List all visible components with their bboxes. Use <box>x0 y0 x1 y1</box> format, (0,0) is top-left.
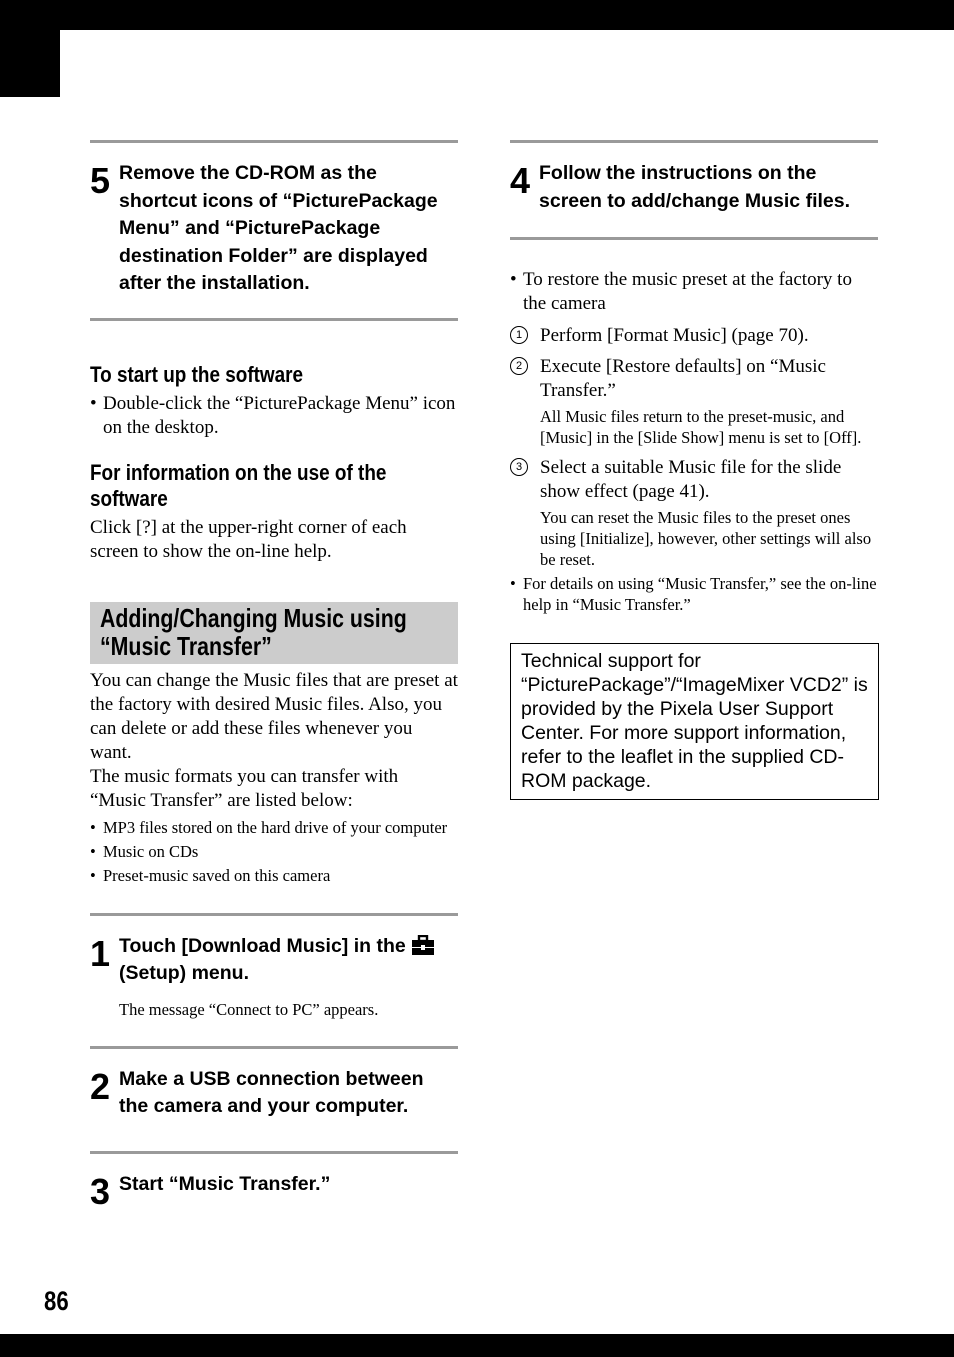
restore-bullet: To restore the music preset at the facto… <box>510 268 878 316</box>
step-text: Follow the instructions on the screen to… <box>539 162 851 212</box>
support-info-box: Technical support for “PicturePackage”/“… <box>510 643 879 800</box>
step-text: Start “Music Transfer.” <box>119 1172 331 1195</box>
section-intro: You can change the Music files that are … <box>90 669 458 763</box>
bottom-black-bar <box>0 1334 954 1357</box>
top-black-bar <box>0 0 954 30</box>
restore-step-1: 1 Perform [Format Music] (page 70). <box>510 324 878 348</box>
step-number: 4 <box>510 160 531 201</box>
toolbox-setup-icon <box>411 934 435 955</box>
section-intro-formats: The music formats you can transfer with … <box>90 765 399 811</box>
left-column: 5 Remove the CD-ROM as the shortcut icon… <box>90 140 458 1210</box>
divider <box>90 912 458 916</box>
startup-heading: To start up the software <box>90 361 304 387</box>
step-4: 4 Follow the instructions on the screen … <box>510 160 878 215</box>
step-number: 5 <box>90 160 111 201</box>
step-text: Remove the CD-ROM as the shortcut icons … <box>119 162 438 294</box>
divider <box>510 237 878 240</box>
step-number: 3 <box>90 1170 111 1212</box>
format-item: MP3 files stored on the hard drive of yo… <box>90 817 458 838</box>
restore-step-note: You can reset the Music files to the pre… <box>540 508 872 569</box>
step-text: Make a USB connection between the camera… <box>119 1067 424 1118</box>
divider <box>90 1045 458 1049</box>
circled-number: 2 <box>510 357 528 375</box>
restore-step-2: 2 Execute [Restore defaults] on “Music T… <box>510 355 878 448</box>
page-number: 86 <box>44 1286 69 1316</box>
step-3: 3 Start “Music Transfer.” <box>90 1171 458 1210</box>
divider <box>510 140 878 143</box>
step-5: 5 Remove the CD-ROM as the shortcut icon… <box>90 160 458 298</box>
restore-step-text: Perform [Format Music] (page 70). <box>540 325 809 346</box>
format-item: Music on CDs <box>90 841 458 862</box>
divider <box>90 1150 458 1154</box>
step-number: 2 <box>90 1065 111 1107</box>
divider <box>90 317 458 321</box>
step-text-continued: (Setup) menu. <box>119 962 249 984</box>
restore-step-note: All Music files return to the preset-mus… <box>540 407 862 447</box>
format-item: Preset-music saved on this camera <box>90 865 458 886</box>
section-banner: Adding/Changing Music using “Music Trans… <box>90 601 458 664</box>
step-text: Touch [Download Music] in the <box>119 934 406 957</box>
restore-step-3: 3 Select a suitable Music file for the s… <box>510 456 878 570</box>
step-1-note: The message “Connect to PC” appears. <box>119 999 379 1019</box>
info-text: Click [?] at the upper-right corner of e… <box>90 516 407 562</box>
restore-step-text: Execute [Restore defaults] on “Music Tra… <box>540 356 826 401</box>
section-title: Adding/Changing Music using “Music Trans… <box>100 602 407 661</box>
step-1: 1 Touch [Download Music] in the (Setup) … <box>90 933 458 988</box>
top-left-tab-block <box>0 30 60 97</box>
startup-bullet: Double-click the “PicturePackage Menu” i… <box>90 392 458 440</box>
step-2: 2 Make a USB connection between the came… <box>90 1066 458 1121</box>
divider <box>90 140 458 143</box>
restore-step-text: Select a suitable Music file for the sli… <box>540 457 842 502</box>
circled-number: 1 <box>510 326 528 344</box>
circled-number: 3 <box>510 458 528 476</box>
right-column: 4 Follow the instructions on the screen … <box>510 140 879 800</box>
step-number: 1 <box>90 932 111 974</box>
details-bullet: For details on using “Music Transfer,” s… <box>510 573 878 615</box>
info-heading: For information on the use of the softwa… <box>90 459 387 511</box>
